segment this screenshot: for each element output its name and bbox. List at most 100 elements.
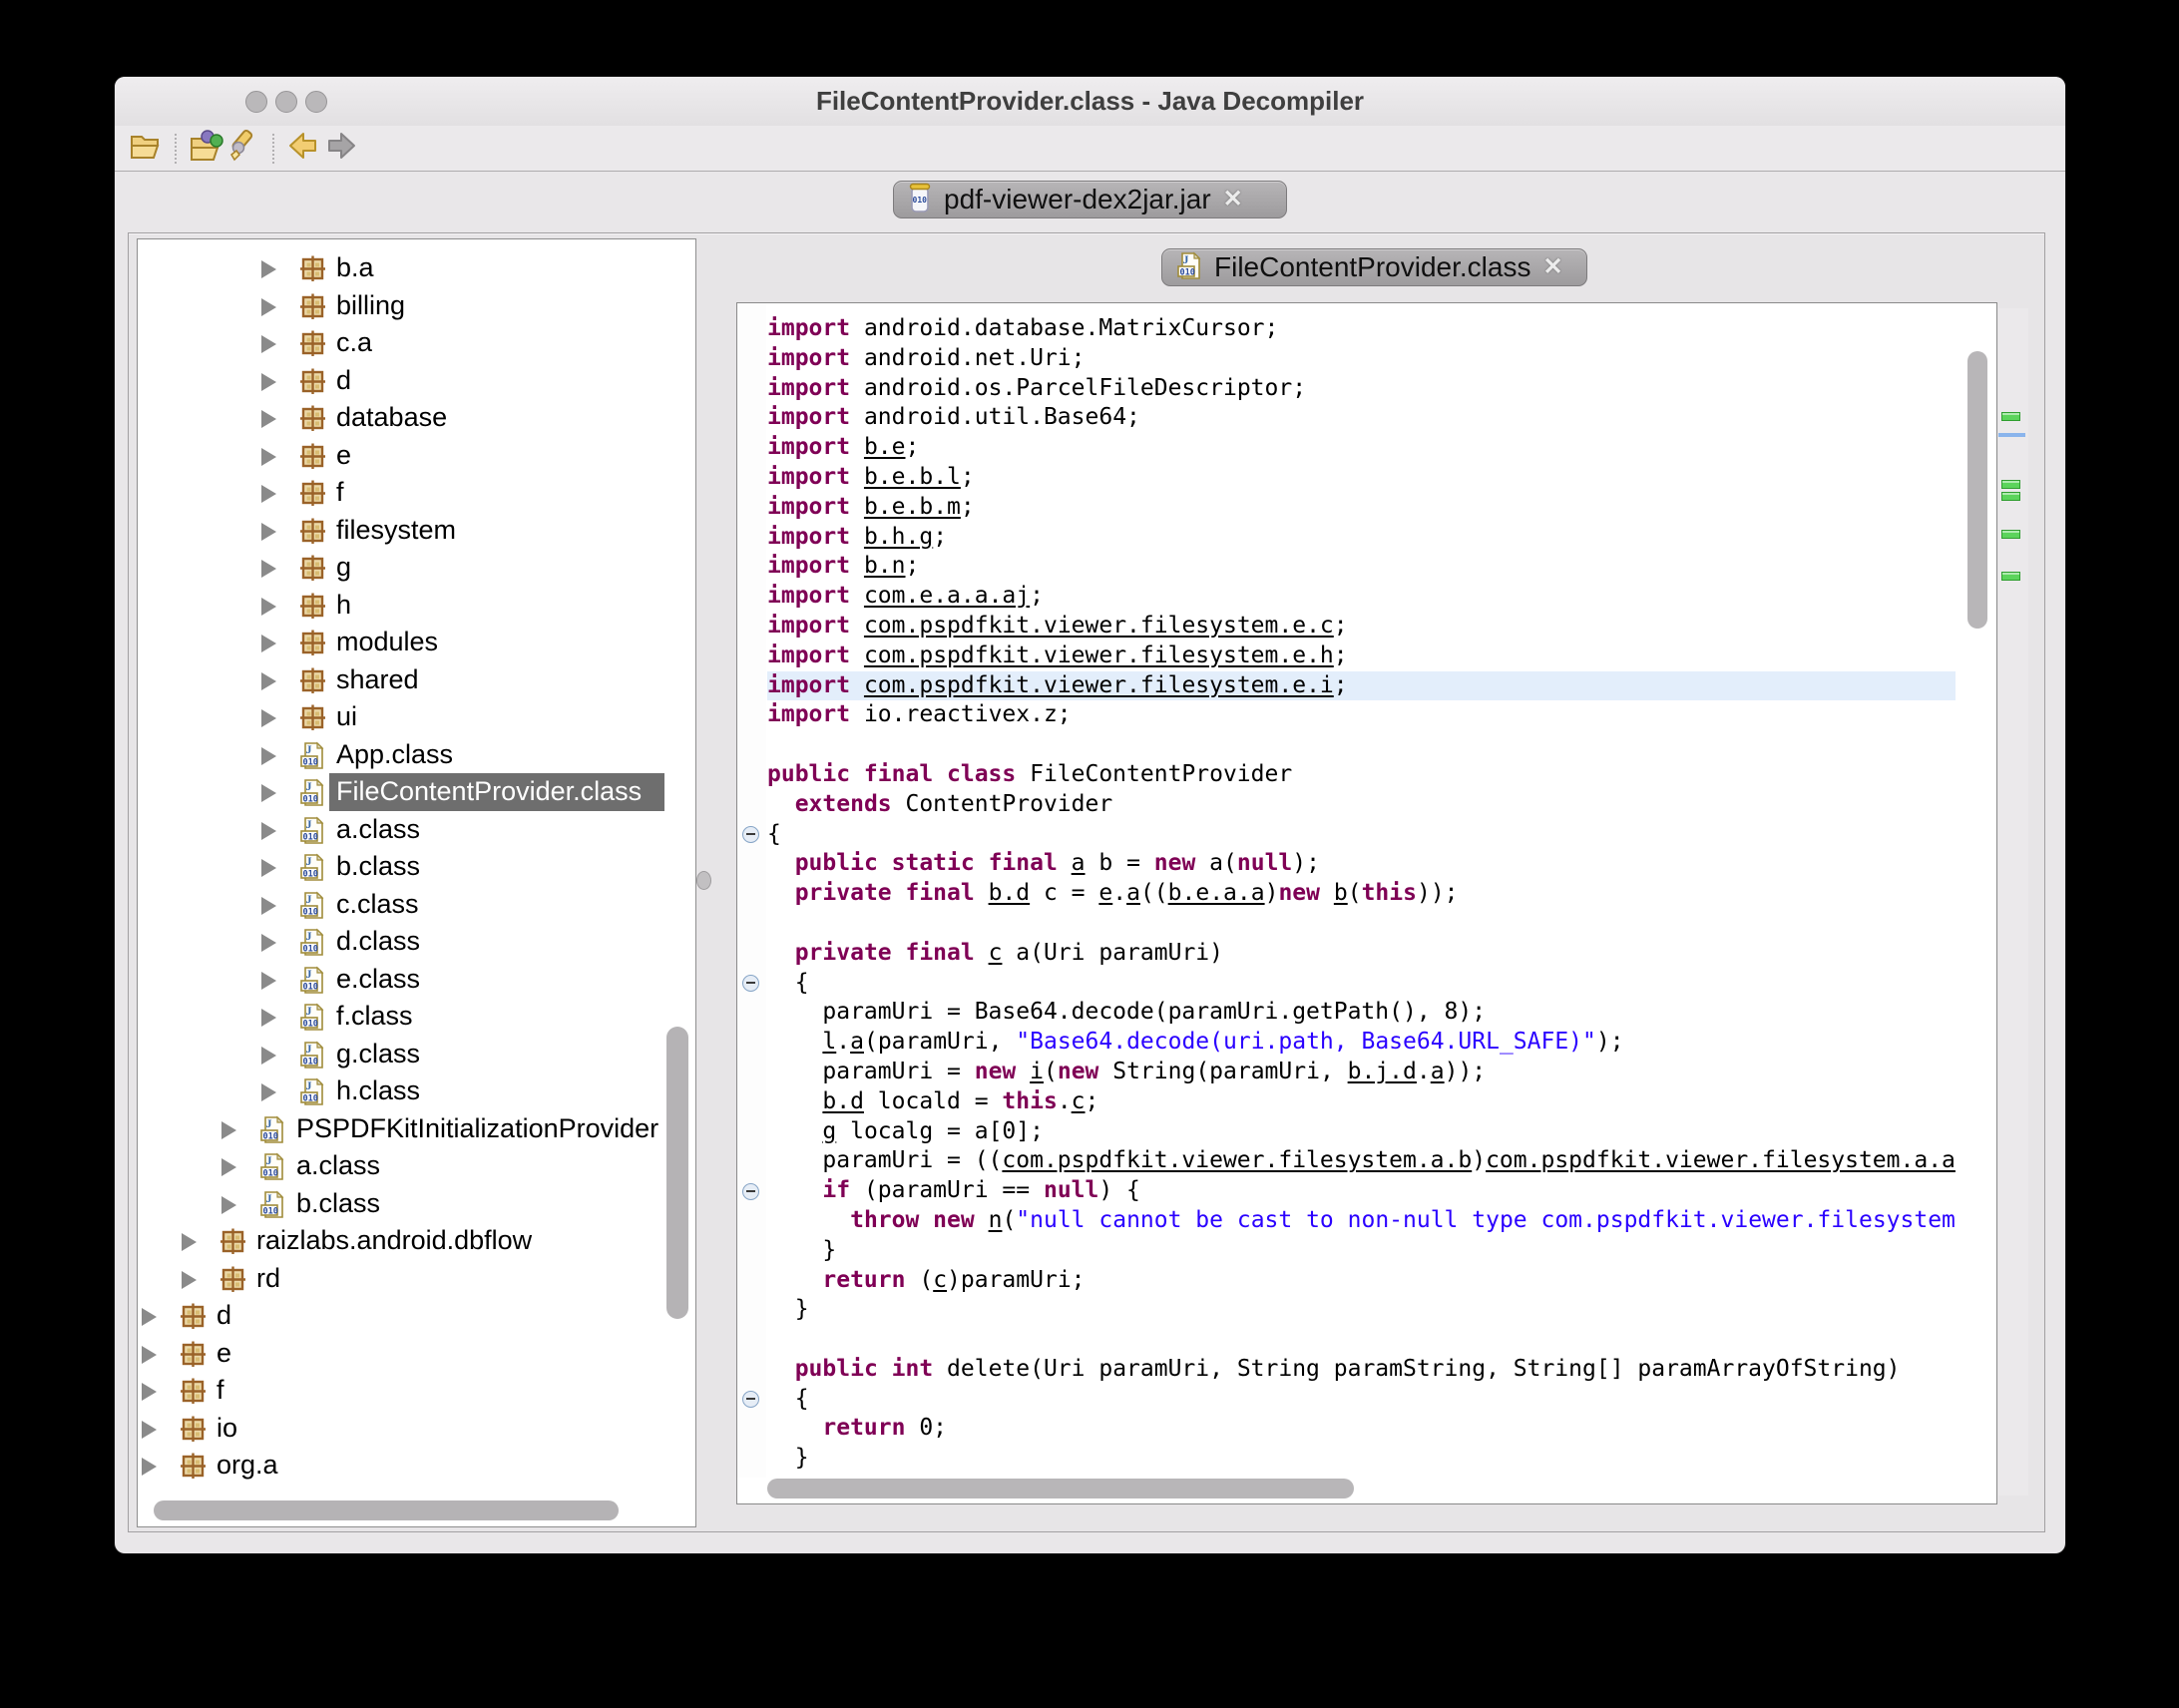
green-marker[interactable]: [2001, 572, 2020, 581]
tree-item-b-class[interactable]: J010b.class: [138, 1185, 695, 1223]
tree-item-rd[interactable]: rd: [138, 1260, 695, 1298]
expander-triangle-icon[interactable]: [261, 934, 276, 952]
expander-triangle-icon[interactable]: [261, 972, 276, 990]
back-button[interactable]: [284, 130, 322, 168]
expander-triangle-icon[interactable]: [261, 373, 276, 391]
expander-triangle-icon[interactable]: [261, 298, 276, 316]
tree-item-a-class[interactable]: J010a.class: [138, 1147, 695, 1185]
tree-item-database[interactable]: database: [138, 399, 695, 437]
green-marker[interactable]: [2001, 492, 2020, 501]
tree-item-h[interactable]: h: [138, 587, 695, 625]
open-file-button[interactable]: [127, 130, 165, 168]
expander-triangle-icon[interactable]: [142, 1308, 157, 1326]
expander-triangle-icon[interactable]: [261, 747, 276, 765]
tree-item-f[interactable]: f: [138, 474, 695, 512]
jar-tab[interactable]: 010 pdf-viewer-dex2jar.jar ✕: [893, 181, 1287, 218]
code-link[interactable]: a: [1072, 850, 1086, 876]
code-link[interactable]: a: [850, 1029, 864, 1055]
code-link[interactable]: com.pspdfkit.viewer.filesystem.a.b: [1002, 1147, 1472, 1173]
code-link[interactable]: com.pspdfkit.viewer.filesystem.e.c: [864, 613, 1334, 639]
tree-item-c-class[interactable]: J010c.class: [138, 886, 695, 924]
expander-triangle-icon[interactable]: [261, 859, 276, 877]
tree-item-ui[interactable]: ui: [138, 698, 695, 736]
code-link[interactable]: n: [989, 1207, 1003, 1233]
code-tab[interactable]: J010 FileContentProvider.class ✕: [1161, 248, 1587, 286]
tree-item-d-class[interactable]: J010d.class: [138, 923, 695, 961]
expander-triangle-icon[interactable]: [261, 709, 276, 727]
code-link[interactable]: com.e.a.a.aj: [864, 583, 1030, 609]
expander-triangle-icon[interactable]: [182, 1233, 197, 1251]
expander-triangle-icon[interactable]: [261, 598, 276, 616]
green-marker[interactable]: [2001, 412, 2020, 421]
expander-triangle-icon[interactable]: [261, 897, 276, 915]
collapse-icon[interactable]: [742, 1391, 759, 1408]
expander-triangle-icon[interactable]: [261, 485, 276, 503]
tree-item-e-class[interactable]: J010e.class: [138, 961, 695, 999]
close-tab-icon[interactable]: ✕: [1223, 188, 1243, 212]
code-link[interactable]: b.d: [822, 1088, 864, 1114]
expander-triangle-icon[interactable]: [261, 523, 276, 541]
code-vertical-scrollbar[interactable]: [1967, 351, 1987, 629]
title-bar[interactable]: FileContentProvider.class - Java Decompi…: [115, 77, 2065, 126]
code-link[interactable]: com.pspdfkit.viewer.filesystem.a.a: [1486, 1147, 1956, 1173]
tree-item-c-a[interactable]: c.a: [138, 324, 695, 362]
tree-item-a-class[interactable]: J010a.class: [138, 811, 695, 849]
minimize-button[interactable]: [275, 91, 297, 113]
green-marker[interactable]: [2001, 480, 2020, 489]
zoom-button[interactable]: [305, 91, 327, 113]
tree-item-f-class[interactable]: J010f.class: [138, 998, 695, 1036]
splitter-handle[interactable]: [696, 871, 711, 890]
expander-triangle-icon[interactable]: [261, 822, 276, 840]
tree-item-shared[interactable]: shared: [138, 661, 695, 699]
tree-horizontal-scrollbar[interactable]: [154, 1500, 619, 1520]
expander-triangle-icon[interactable]: [261, 260, 276, 278]
expander-triangle-icon[interactable]: [261, 635, 276, 652]
code-link[interactable]: a: [1126, 880, 1140, 906]
code-link[interactable]: b.n: [864, 553, 906, 579]
code-link[interactable]: b.j.d: [1348, 1059, 1417, 1084]
expander-triangle-icon[interactable]: [261, 1083, 276, 1101]
code-link[interactable]: b.e.b.m: [864, 494, 961, 520]
tree-item-pspdfkitinitializationprovider[interactable]: J010PSPDFKitInitializationProvider: [138, 1110, 695, 1148]
tree-item-g[interactable]: g: [138, 549, 695, 587]
tree-item-g-class[interactable]: J010g.class: [138, 1036, 695, 1073]
expander-triangle-icon[interactable]: [261, 410, 276, 428]
tree-item-e[interactable]: e: [138, 437, 695, 475]
code-link[interactable]: c: [989, 940, 1003, 966]
tree-item-d[interactable]: d: [138, 362, 695, 400]
close-tab-icon[interactable]: ✕: [1542, 255, 1562, 279]
search-button[interactable]: [224, 130, 262, 168]
expander-triangle-icon[interactable]: [221, 1158, 236, 1176]
expander-triangle-icon[interactable]: [261, 448, 276, 466]
expander-triangle-icon[interactable]: [221, 1121, 236, 1139]
expander-triangle-icon[interactable]: [261, 1047, 276, 1065]
code-link[interactable]: b.e.b.l: [864, 464, 961, 490]
tree-item-f[interactable]: f: [138, 1372, 695, 1410]
tree-item-modules[interactable]: modules: [138, 624, 695, 661]
tree-vertical-scrollbar[interactable]: [666, 1027, 688, 1319]
blue-marker[interactable]: [1998, 433, 2025, 437]
code-link[interactable]: b.e.a.a: [1168, 880, 1265, 906]
expander-triangle-icon[interactable]: [261, 560, 276, 578]
expander-triangle-icon[interactable]: [261, 672, 276, 690]
expander-triangle-icon[interactable]: [261, 1009, 276, 1027]
code-link[interactable]: g: [822, 1118, 836, 1144]
tree-item-d[interactable]: d: [138, 1297, 695, 1335]
tree-item-filesystem[interactable]: filesystem: [138, 512, 695, 550]
code-link[interactable]: e: [1098, 880, 1112, 906]
code-link[interactable]: i: [1030, 1059, 1044, 1084]
code-link[interactable]: l: [822, 1029, 836, 1055]
green-marker[interactable]: [2001, 530, 2020, 539]
expander-triangle-icon[interactable]: [221, 1196, 236, 1214]
tree-item-app-class[interactable]: J010App.class: [138, 736, 695, 774]
tree-item-b-class[interactable]: J010b.class: [138, 848, 695, 886]
expander-triangle-icon[interactable]: [142, 1458, 157, 1476]
tree-item-io[interactable]: io: [138, 1410, 695, 1448]
tree-item-raizlabs-android-dbflow[interactable]: raizlabs.android.dbflow: [138, 1222, 695, 1260]
expander-triangle-icon[interactable]: [142, 1346, 157, 1364]
expander-triangle-icon[interactable]: [142, 1421, 157, 1439]
collapse-icon[interactable]: [742, 975, 759, 992]
tree-item-h-class[interactable]: J010h.class: [138, 1072, 695, 1110]
expander-triangle-icon[interactable]: [261, 335, 276, 353]
tree-item-e[interactable]: e: [138, 1335, 695, 1373]
